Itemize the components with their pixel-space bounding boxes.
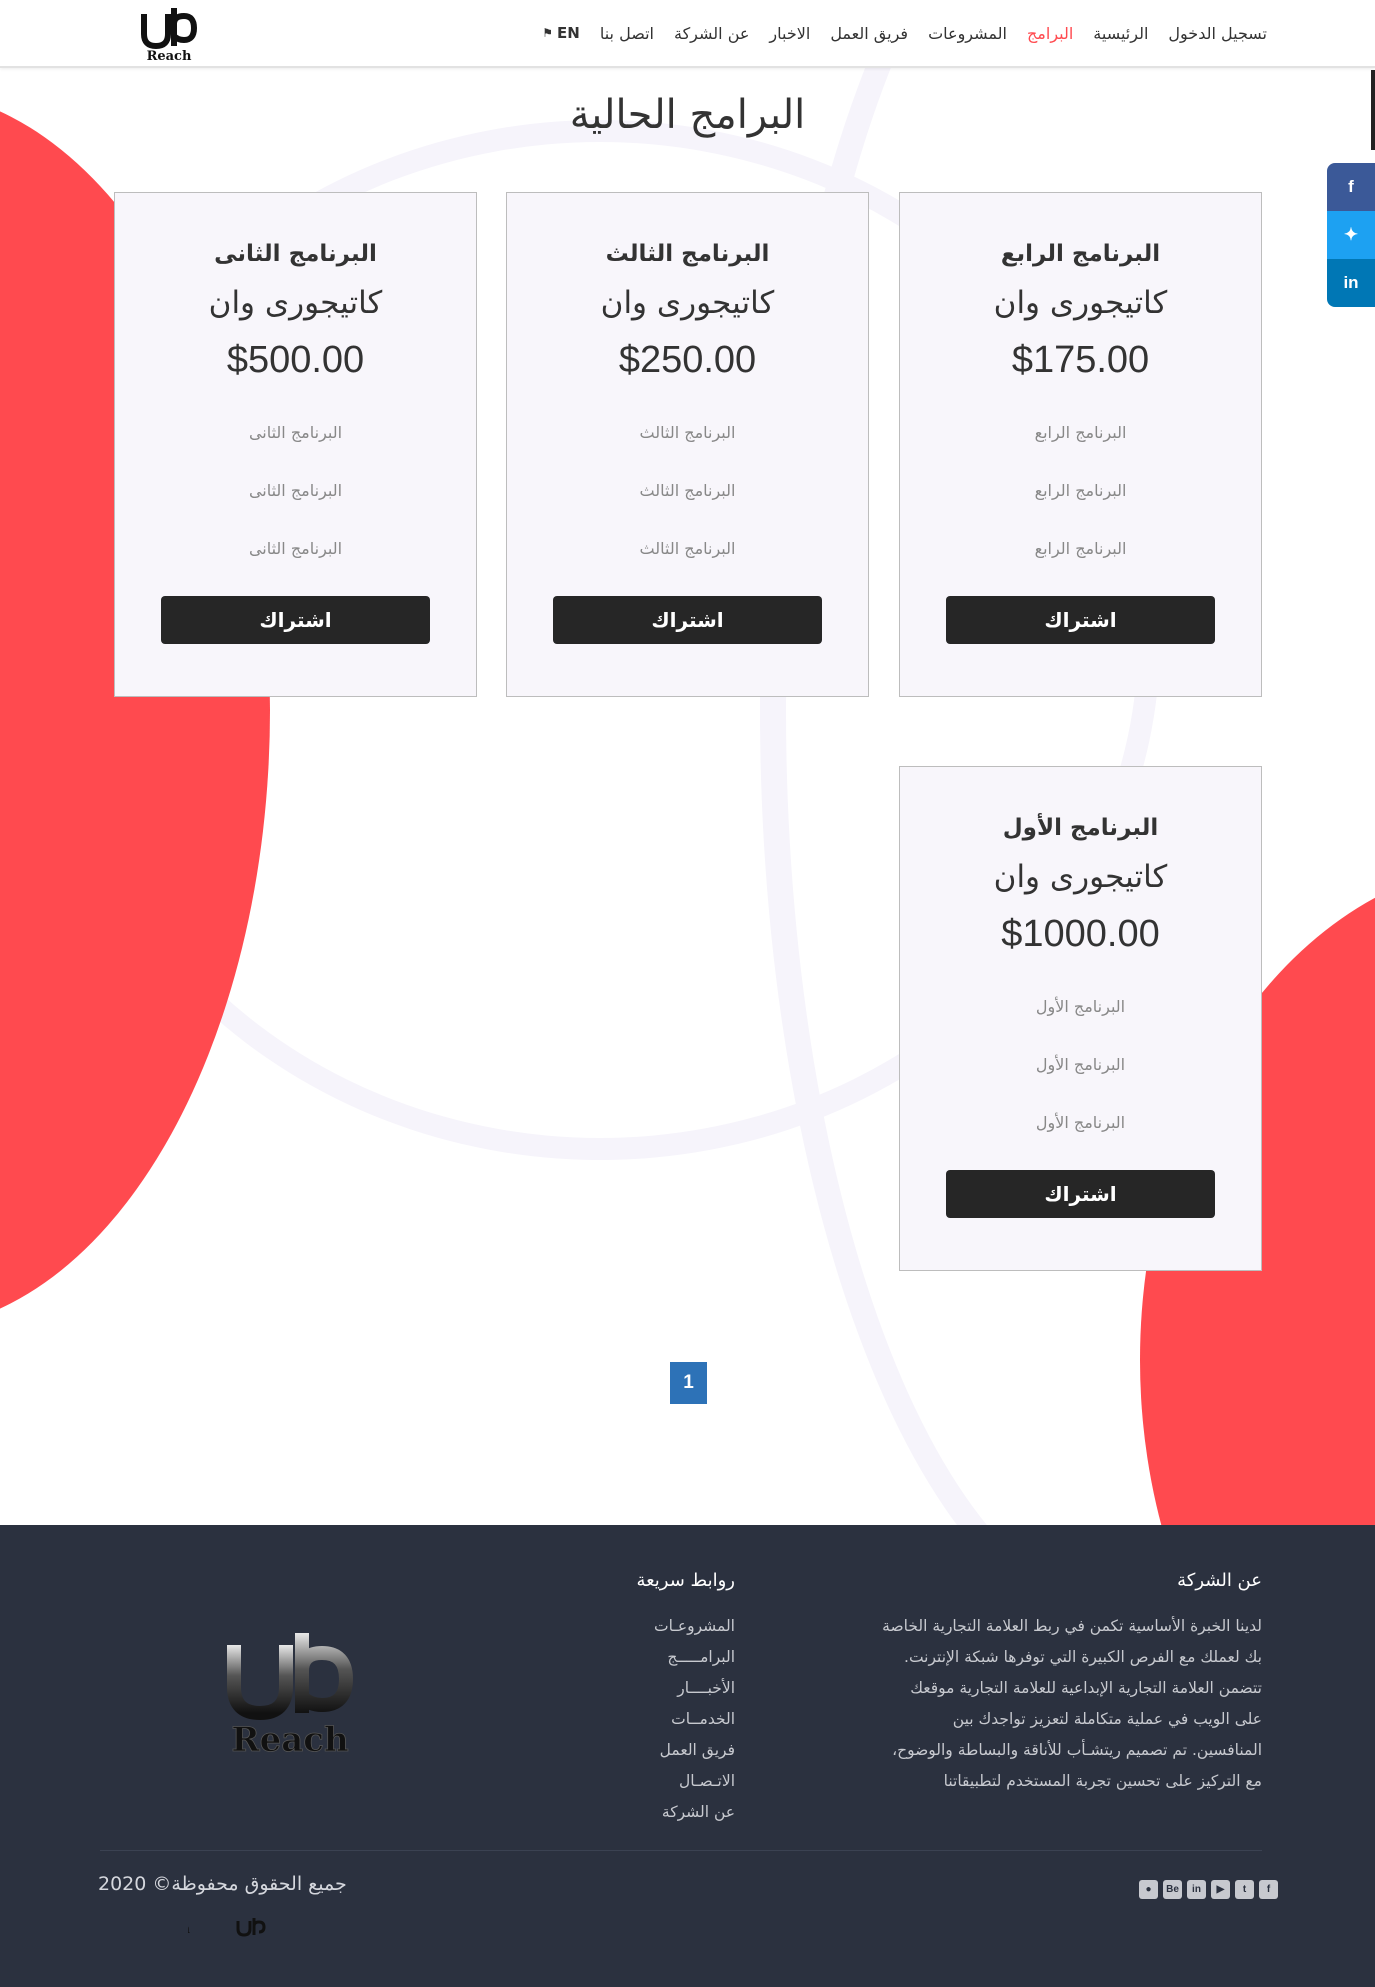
card-feature: البرنامج الرابع: [1034, 481, 1127, 500]
card-price: $500.00: [226, 339, 365, 381]
scrollbar[interactable]: [1371, 70, 1375, 150]
linkedin-icon: in: [1343, 273, 1359, 292]
footer-link-about[interactable]: عن الشركة: [535, 1797, 735, 1828]
linkedin-icon[interactable]: in: [1187, 1880, 1206, 1899]
card-feature-list: البرنامج الثالث البرنامج الثالث البرنامج…: [507, 404, 868, 578]
footer-social-icons: f t ▶ in Be ●: [1139, 1880, 1278, 1899]
main-nav: EN ⚑ اتصل بنا عن الشركة الاخبار فريق الع…: [542, 0, 1267, 66]
nav-projects[interactable]: المشروعات: [928, 24, 1007, 43]
footer-logo: Reach: [222, 1625, 362, 1765]
card-category: كاتيجورى وان: [993, 285, 1168, 321]
site-footer: عن الشركة لدينا الخبرة الأساسية تكمن في …: [0, 1525, 1375, 1987]
twitter-share-button[interactable]: ✦: [1327, 211, 1375, 259]
site-logo[interactable]: Reach: [140, 6, 198, 64]
youtube-icon[interactable]: ▶: [1211, 1880, 1230, 1899]
footer-quick-links: روابط سريعة المشروعـات البرامـــــج الأخ…: [535, 1570, 735, 1828]
footer-copyright: جميع الحقوق محفوظة© 2020: [98, 1873, 347, 1895]
facebook-icon: f: [1348, 177, 1354, 196]
card-title: البرنامج الثانى: [214, 241, 377, 267]
footer-divider: [100, 1850, 1262, 1851]
card-feature: البرنامج الثانى: [248, 539, 343, 558]
nav-language-label: EN: [557, 24, 580, 42]
program-card: البرنامج الثانى كاتيجورى وان $500.00 الب…: [114, 192, 477, 697]
page-title: البرامج الحالية: [569, 92, 806, 138]
footer-link-contact[interactable]: الاتـصـال: [535, 1766, 735, 1797]
footer-links-heading: روابط سريعة: [636, 1570, 735, 1591]
nav-login[interactable]: تسجيل الدخول: [1168, 24, 1267, 43]
footer-link-team[interactable]: فريق العمل: [535, 1735, 735, 1766]
card-feature-list: البرنامج الرابع البرنامج الرابع البرنامج…: [900, 404, 1261, 578]
nav-team[interactable]: فريق العمل: [830, 24, 908, 43]
subscribe-button[interactable]: اشتراك: [946, 1170, 1215, 1218]
card-title: البرنامج الرابع: [1000, 241, 1161, 267]
card-feature: البرنامج الأول: [1035, 1055, 1126, 1074]
card-feature: البرنامج الثالث: [639, 539, 736, 558]
card-category: كاتيجورى وان: [993, 859, 1168, 895]
svg-text:Reach: Reach: [147, 49, 192, 62]
card-title: البرنامج الأول: [1002, 815, 1159, 841]
pagination-page-current[interactable]: 1: [670, 1362, 707, 1404]
twitter-icon[interactable]: t: [1235, 1880, 1254, 1899]
card-feature: البرنامج الرابع: [1034, 539, 1127, 558]
program-card: البرنامج الرابع كاتيجورى وان $175.00 الب…: [899, 192, 1262, 697]
svg-text:Reach: Reach: [231, 1720, 348, 1760]
card-price: $175.00: [1011, 339, 1150, 381]
svg-text:Reach: Reach: [188, 1922, 191, 1937]
card-category: كاتيجورى وان: [208, 285, 383, 321]
site-header: Reach EN ⚑ اتصل بنا عن الشركة الاخبار فر…: [0, 0, 1375, 68]
footer-about-text: لدينا الخبرة الأساسية تكمن في ربط العلام…: [882, 1617, 1262, 1790]
footer-link-projects[interactable]: المشروعـات: [535, 1611, 735, 1642]
footer-link-news[interactable]: الأخبــــار: [535, 1673, 735, 1704]
footer-about: عن الشركة لدينا الخبرة الأساسية تكمن في …: [882, 1570, 1262, 1797]
nav-programs[interactable]: البرامج: [1027, 24, 1073, 43]
footer-link-programs[interactable]: البرامـــــج: [535, 1642, 735, 1673]
nav-about[interactable]: عن الشركة: [674, 24, 749, 43]
share-bar: f ✦ in: [1327, 163, 1375, 307]
card-feature: البرنامج الأول: [1035, 997, 1126, 1016]
footer-small-logo: Reach: [145, 1915, 272, 1941]
subscribe-button[interactable]: اشتراك: [946, 596, 1215, 644]
facebook-share-button[interactable]: f: [1327, 163, 1375, 211]
card-feature: البرنامج الثالث: [639, 481, 736, 500]
flag-icon: ⚑: [542, 26, 554, 40]
facebook-icon[interactable]: f: [1259, 1880, 1278, 1899]
nav-home[interactable]: الرئيسية: [1093, 24, 1148, 43]
card-feature: البرنامج الأول: [1035, 1113, 1126, 1132]
program-card: البرنامج الأول كاتيجورى وان $1000.00 الب…: [899, 766, 1262, 1271]
card-feature-list: البرنامج الأول البرنامج الأول البرنامج ا…: [900, 978, 1261, 1152]
twitter-icon: ✦: [1343, 225, 1359, 244]
behance-icon[interactable]: Be: [1163, 1880, 1182, 1899]
card-feature: البرنامج الثانى: [248, 481, 343, 500]
card-feature-list: البرنامج الثانى البرنامج الثانى البرنامج…: [115, 404, 476, 578]
card-price: $250.00: [618, 339, 757, 381]
card-feature: البرنامج الثانى: [248, 423, 343, 442]
card-title: البرنامج الثالث: [605, 241, 770, 267]
linkedin-share-button[interactable]: in: [1327, 259, 1375, 307]
nav-contact[interactable]: اتصل بنا: [600, 24, 654, 43]
subscribe-button[interactable]: اشتراك: [161, 596, 430, 644]
footer-about-heading: عن الشركة: [1177, 1570, 1262, 1591]
card-category: كاتيجورى وان: [600, 285, 775, 321]
footer-link-services[interactable]: الخدمــات: [535, 1704, 735, 1735]
nav-language-en[interactable]: EN ⚑: [542, 24, 580, 42]
card-feature: البرنامج الثالث: [639, 423, 736, 442]
card-price: $1000.00: [1001, 913, 1160, 955]
nav-news[interactable]: الاخبار: [769, 24, 810, 43]
card-feature: البرنامج الرابع: [1034, 423, 1127, 442]
program-card: البرنامج الثالث كاتيجورى وان $250.00 الب…: [506, 192, 869, 697]
subscribe-button[interactable]: اشتراك: [553, 596, 822, 644]
github-icon[interactable]: ●: [1139, 1880, 1158, 1899]
